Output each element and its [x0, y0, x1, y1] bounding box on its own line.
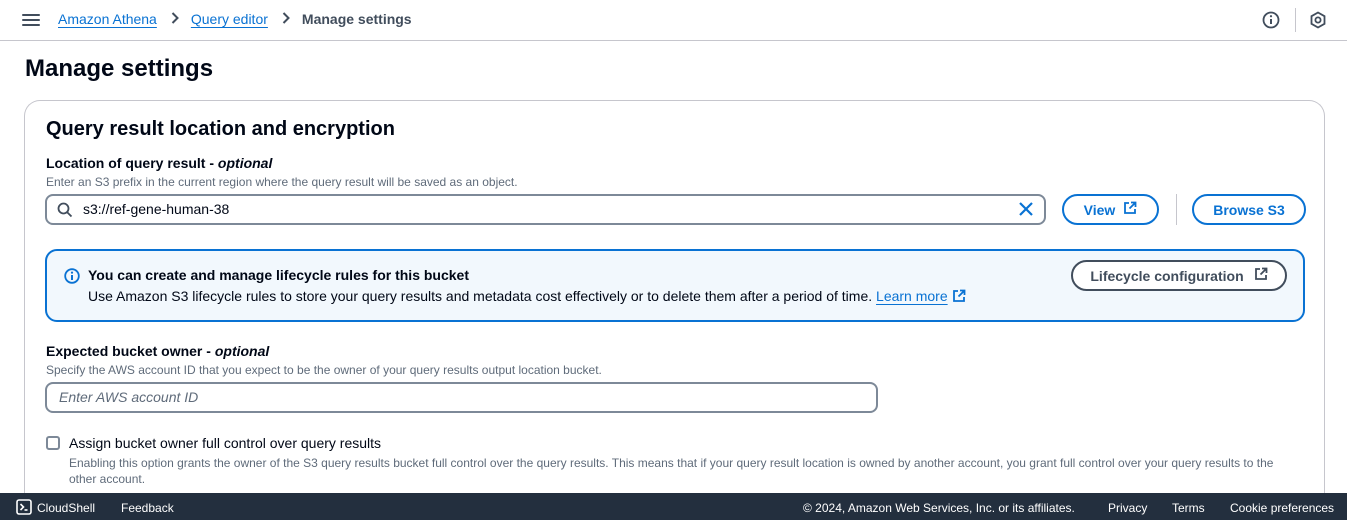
external-link-icon	[1123, 201, 1137, 218]
browse-s3-button[interactable]: Browse S3	[1192, 194, 1306, 225]
external-link-icon	[952, 288, 966, 304]
info-circle-icon	[64, 268, 80, 284]
location-description: Enter an S3 prefix in the current region…	[46, 175, 518, 189]
learn-more-link[interactable]: Learn more	[876, 288, 948, 304]
copyright-text: © 2024, Amazon Web Services, Inc. or its…	[803, 501, 1075, 515]
lifecycle-info-alert: You can create and manage lifecycle rule…	[45, 249, 1305, 322]
top-navigation: Amazon Athena Query editor Manage settin…	[0, 0, 1347, 41]
breadcrumb-athena[interactable]: Amazon Athena	[58, 11, 157, 27]
menu-icon[interactable]	[22, 12, 40, 28]
privacy-link[interactable]: Privacy	[1108, 501, 1147, 515]
full-control-checkbox[interactable]	[46, 436, 60, 450]
section-title: Query result location and encryption	[46, 118, 395, 140]
info-icon[interactable]	[1262, 11, 1280, 29]
terms-link[interactable]: Terms	[1172, 501, 1205, 515]
location-label: Location of query result - optional	[46, 155, 273, 171]
settings-icon[interactable]	[1309, 11, 1327, 29]
feedback-link[interactable]: Feedback	[121, 501, 174, 515]
divider	[1295, 8, 1296, 32]
breadcrumb: Amazon Athena Query editor Manage settin…	[58, 11, 412, 27]
info-text: Use Amazon S3 lifecycle rules to store y…	[88, 288, 966, 304]
chevron-right-icon	[171, 11, 179, 27]
cloudshell-link[interactable]: CloudShell	[37, 501, 95, 515]
search-icon	[57, 202, 73, 218]
checkbox-label: Assign bucket owner full control over qu…	[69, 435, 382, 451]
external-link-icon	[1254, 267, 1268, 284]
query-result-location-input[interactable]: s3://ref-gene-human-38	[45, 194, 1046, 225]
cookie-preferences-link[interactable]: Cookie preferences	[1230, 501, 1334, 515]
button-divider	[1176, 194, 1177, 225]
lifecycle-configuration-button[interactable]: Lifecycle configuration	[1071, 260, 1287, 291]
owner-label: Expected bucket owner - optional	[46, 343, 270, 359]
clear-icon[interactable]	[1018, 201, 1034, 217]
breadcrumb-query-editor[interactable]: Query editor	[191, 11, 268, 27]
info-title: You can create and manage lifecycle rule…	[88, 267, 469, 283]
settings-container: Query result location and encryption Loc…	[24, 100, 1325, 520]
footer: CloudShell Feedback © 2024, Amazon Web S…	[0, 493, 1347, 520]
breadcrumb-current: Manage settings	[301, 11, 412, 27]
checkbox-description: Enabling this option grants the owner of…	[69, 456, 1274, 486]
owner-description: Specify the AWS account ID that you expe…	[46, 363, 602, 377]
chevron-right-icon	[282, 11, 290, 27]
bucket-owner-input[interactable]: Enter AWS account ID	[45, 382, 878, 413]
view-button[interactable]: View	[1062, 194, 1159, 225]
location-value: s3://ref-gene-human-38	[83, 201, 230, 217]
page-title: Manage settings	[25, 55, 214, 82]
cloudshell-icon[interactable]	[16, 499, 32, 515]
